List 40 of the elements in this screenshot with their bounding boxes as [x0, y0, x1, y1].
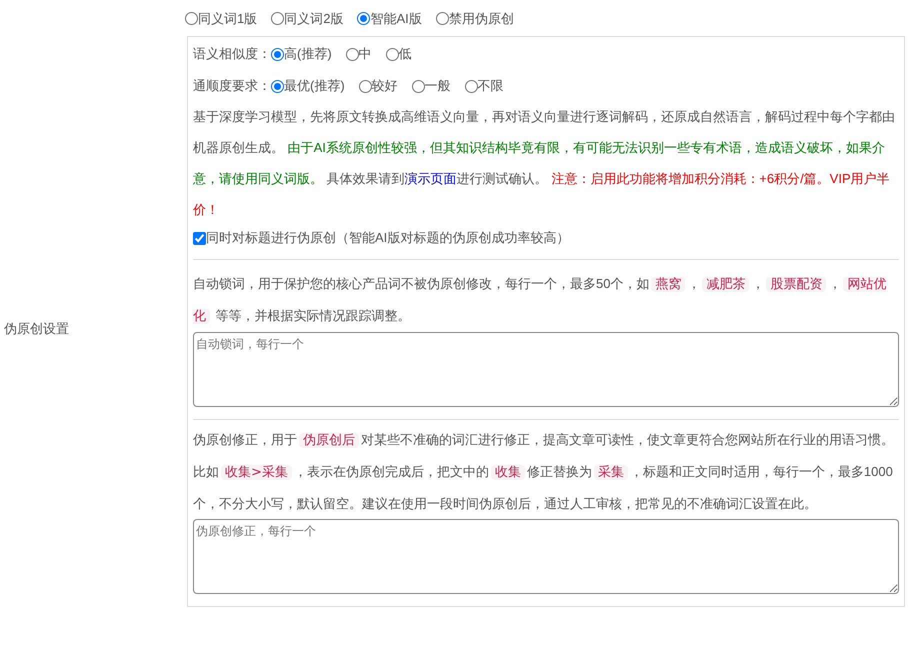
radio-button[interactable] [271, 48, 284, 60]
keyword-tag: 股票配资 [766, 277, 826, 292]
radio-button[interactable] [185, 12, 198, 25]
radio-label: 较好 [372, 77, 398, 96]
radio-button[interactable] [436, 12, 449, 25]
radio-button[interactable] [346, 48, 359, 60]
radio-label: 一般 [424, 77, 451, 96]
radio-label: 同义词2版 [284, 10, 344, 28]
checkbox-label: 同时对标题进行伪原创（智能AI版对标题的伪原创成功率较高） [206, 229, 570, 248]
radio-label: 不限 [478, 77, 504, 96]
keyword-tag: 收集 [490, 465, 525, 480]
radio-button[interactable] [271, 80, 284, 92]
description-text: 自动锁词，用于保护您的核心产品词不被伪原创修改，每行一个，最多50个，如 燕窝 ， 减肥茶 ， 股票配资 ， 网站优化 等等，并根据实际情况跟踪调整。 [193, 275, 888, 326]
keyword-tag: 采集 [594, 465, 628, 480]
radio-button[interactable] [386, 48, 399, 60]
section-label: 伪原创设置 [4, 320, 69, 338]
radio-label: 禁用伪原创 [448, 10, 514, 28]
field-label: 语义相似度： [193, 45, 271, 64]
radio-label: 智能AI版 [370, 10, 422, 28]
radio-button[interactable] [357, 12, 370, 25]
keyword-tag: 伪原创后 [299, 433, 359, 448]
keyword-tag: 减肥茶 [702, 277, 750, 292]
radio-label: 中 [358, 45, 372, 64]
field-label: 通顺度要求： [193, 77, 271, 96]
description-text: 基于深度学习模型，先将原文转换成高维语义向量，再对语义向量进行逐词解码，还原成自然语言，解码过程中每个字都由机器原创生成。 由于AI系统原创性较强，但其知识结构毕竟有限，有可能无法识别一些专有术语，造成语义破坏，如果介意，请使用同义词版。 具体效果请到演示页面进行测试确认。 注意：启用此功能将增加积分消耗：+6积分/篇。VIP用户半价！ [193, 108, 896, 219]
radio-button[interactable] [412, 80, 425, 92]
checkbox[interactable] [193, 232, 206, 244]
corrections-field[interactable]: 伪原创修正，每行一个 [193, 519, 899, 594]
keyword-tag: 收集>采集 [221, 465, 292, 480]
radio-button[interactable] [358, 80, 372, 92]
radio-label: 最优(推荐) [284, 77, 345, 96]
radio-label: 同义词1版 [198, 10, 258, 28]
description-text: 伪原创修正，用于 伪原创后 对某些不准确的词汇进行修正，提高文章可读性，使文章更符合您网站所在行业的用语习惯。比如 收集>采集 ，表示在伪原创完成后，把文中的 收集 修正替换为 采集 ，标题和正文同时适用，每行一个，最多1000个，不分大小写，默认留空。建议在使用一段时间伪原创后，通过人工审核，把常见的不准确词汇设置在此。 [193, 431, 895, 513]
lock-words-field[interactable]: 自动锁词，每行一个 [193, 332, 899, 407]
radio-button[interactable] [271, 12, 284, 25]
radio-button[interactable] [464, 80, 478, 92]
demo-page-link[interactable]: 演示页面 [404, 171, 457, 186]
keyword-tag: 燕窝 [651, 277, 686, 292]
radio-label: 低 [398, 45, 412, 64]
radio-label: 高(推荐) [284, 45, 332, 64]
